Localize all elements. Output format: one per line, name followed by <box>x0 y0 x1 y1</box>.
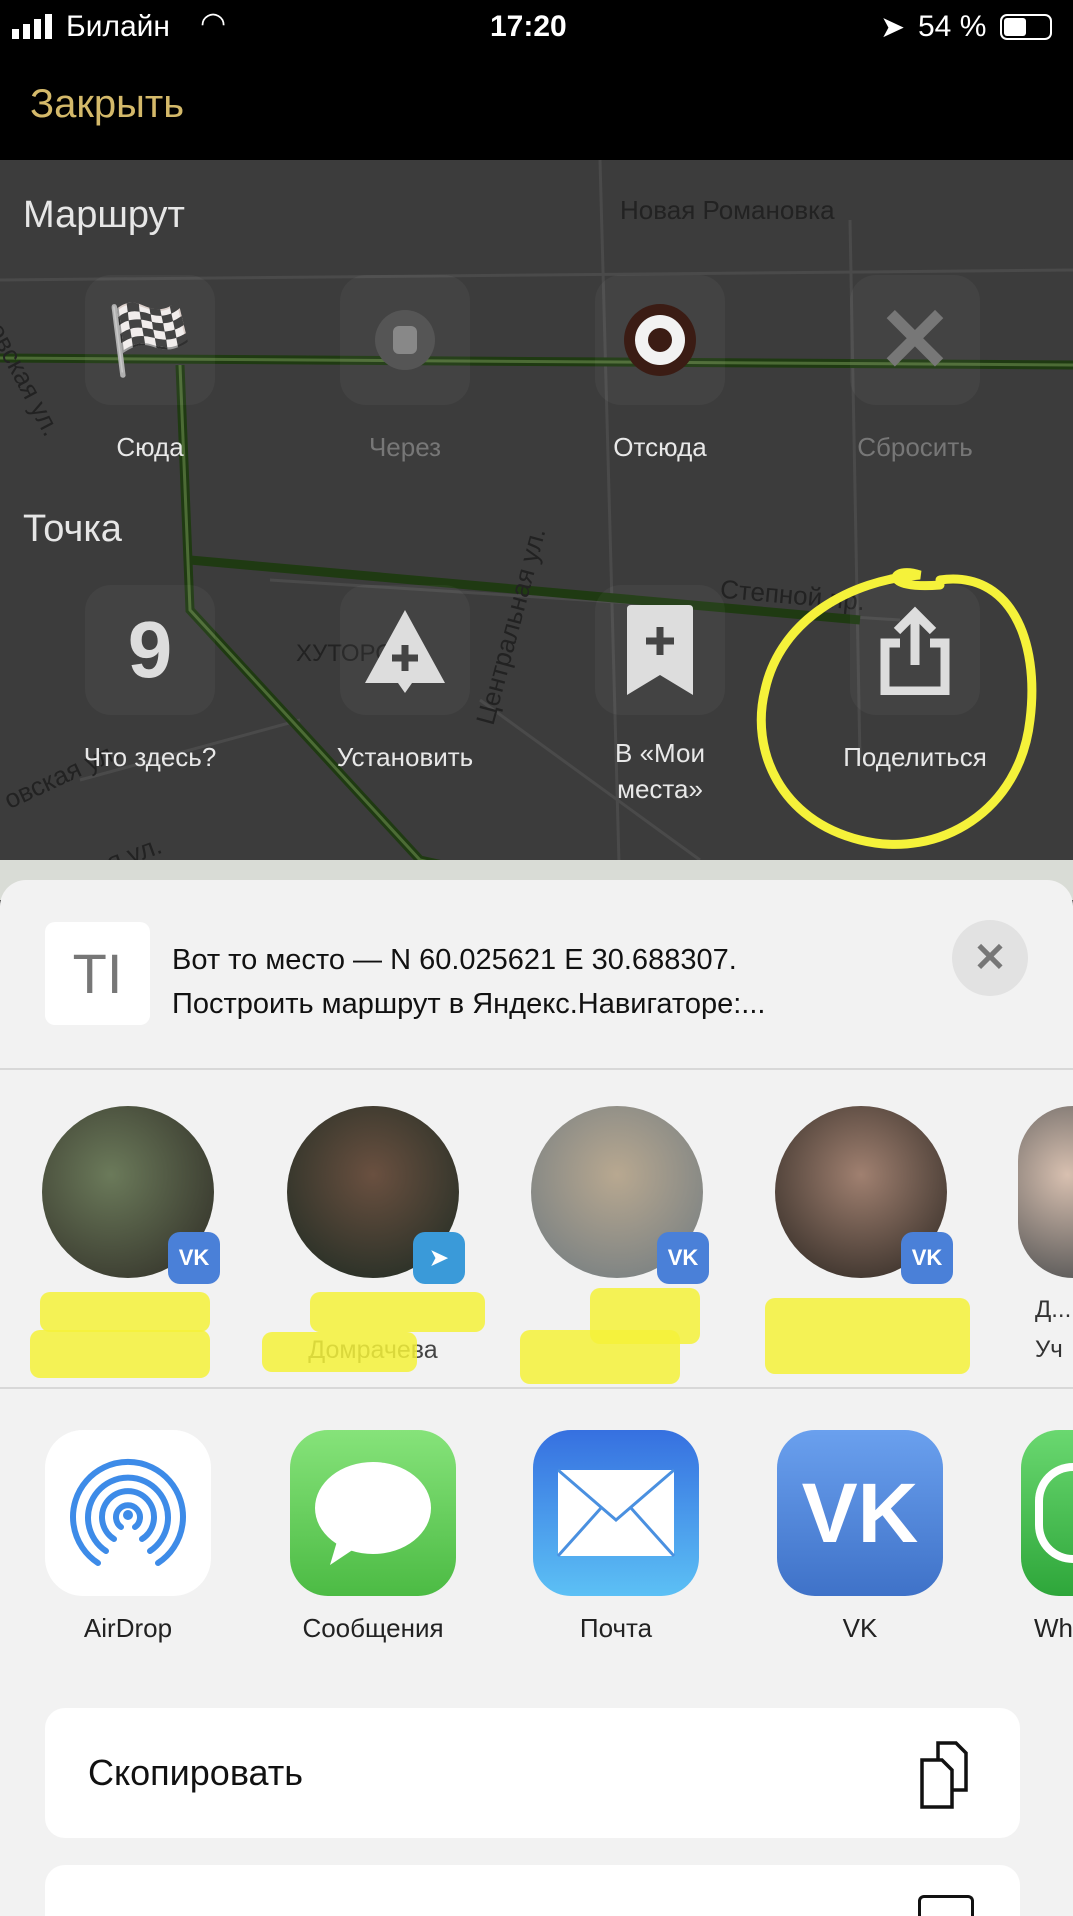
bookmark-plus-icon <box>627 605 693 695</box>
button-label: Установить <box>336 742 474 772</box>
folder-icon <box>918 1895 974 1916</box>
point-section-title: Точка <box>23 508 122 550</box>
yellow-circle-annotation <box>756 568 1037 849</box>
close-icon: ✕ <box>973 936 1007 980</box>
button-label: Сбросить <box>857 432 973 462</box>
divider <box>0 1387 1073 1389</box>
contact-avatar[interactable] <box>1018 1106 1073 1278</box>
button-label: Через <box>368 432 442 462</box>
route-to-here-button[interactable]: 🏁 Сюда <box>50 275 250 465</box>
redaction-highlight <box>765 1298 970 1374</box>
vk-badge-icon: VK <box>901 1232 953 1284</box>
add-to-my-places-button[interactable]: В «Мои места» <box>560 585 760 807</box>
redaction-highlight <box>520 1330 680 1384</box>
action-label: Скопировать <box>88 1752 304 1793</box>
message-bubble-icon <box>315 1462 431 1565</box>
set-button[interactable]: Установить <box>305 585 505 775</box>
redaction-highlight <box>310 1292 485 1332</box>
whatsapp-icon <box>1035 1463 1073 1563</box>
share-preview-text: Вот то место — N 60.025621 E 30.688307. … <box>172 938 765 1026</box>
telegram-badge-icon: ➤ <box>413 1232 465 1284</box>
app-label: VK <box>842 1613 878 1643</box>
wifi-icon: ◠ <box>200 7 227 40</box>
app-label: Сообщения <box>302 1613 444 1643</box>
share-sheet: TI Вот то место — N 60.025621 E 30.68830… <box>0 880 1073 1916</box>
redaction-highlight <box>262 1332 417 1372</box>
route-reset-button[interactable]: ✕ Сбросить <box>815 275 1015 465</box>
add-event-icon <box>365 610 445 693</box>
text-document-icon: TI <box>45 922 150 1025</box>
carrier: Билайн <box>66 10 170 43</box>
mail-app[interactable] <box>533 1430 699 1596</box>
start-point-icon <box>624 304 696 376</box>
messages-app[interactable] <box>290 1430 456 1596</box>
whatsapp-app[interactable] <box>1021 1430 1073 1596</box>
app-label: AirDrop <box>83 1613 173 1643</box>
app-label: Почта <box>579 1613 653 1643</box>
button-label: Что здесь? <box>83 742 217 772</box>
route-section-title: Маршрут <box>23 194 185 236</box>
status-bar: Билайн ◠ 17:20 ➤ 54 % <box>0 0 1073 55</box>
map[interactable]: Новая Романовка Центральная ул. Степной … <box>0 160 1073 900</box>
button-label: В «Мои места» <box>615 738 705 804</box>
copy-icon <box>920 1741 968 1809</box>
close-button[interactable]: Закрыть <box>30 82 184 127</box>
checkered-flag-icon: 🏁 <box>106 300 194 378</box>
redaction-highlight <box>30 1330 210 1378</box>
app-label: Wh <box>1034 1613 1073 1643</box>
airdrop-app[interactable] <box>45 1430 211 1596</box>
map-label: Новая Романовка <box>620 195 835 225</box>
vk-app[interactable]: VK <box>777 1430 943 1596</box>
vk-badge-icon: VK <box>168 1232 220 1284</box>
battery-percent: 54 % <box>918 10 987 43</box>
preview-line: Вот то место — N 60.025621 E 30.688307. <box>172 944 737 976</box>
map-pin-icon: 9 <box>127 605 173 694</box>
route-via-button[interactable]: Через <box>305 275 505 465</box>
via-point-icon <box>375 310 435 370</box>
route-from-here-button[interactable]: Отсюда <box>560 275 760 465</box>
airdrop-icon <box>70 1458 186 1566</box>
divider <box>0 1068 1073 1070</box>
preview-line: Построить маршрут в Яндекс.Навигаторе:..… <box>172 988 766 1020</box>
signal-icon <box>12 14 52 39</box>
what-here-button[interactable]: 9 Что здесь? <box>50 585 250 775</box>
location-arrow-icon: ➤ <box>880 11 906 44</box>
close-share-button[interactable]: ✕ <box>952 920 1028 996</box>
button-label: Сюда <box>116 432 184 462</box>
copy-action[interactable]: Скопировать <box>45 1708 1020 1838</box>
clock: 17:20 <box>490 10 567 43</box>
vk-badge-icon: VK <box>657 1232 709 1284</box>
vk-icon: VK <box>801 1465 919 1560</box>
button-label: Отсюда <box>613 432 707 462</box>
close-x-icon: ✕ <box>877 290 953 391</box>
battery-icon <box>1000 14 1052 40</box>
redaction-highlight <box>40 1292 210 1332</box>
envelope-icon <box>556 1468 676 1558</box>
save-action[interactable] <box>45 1865 1020 1916</box>
contact-name: Д... Уч <box>1035 1296 1072 1363</box>
